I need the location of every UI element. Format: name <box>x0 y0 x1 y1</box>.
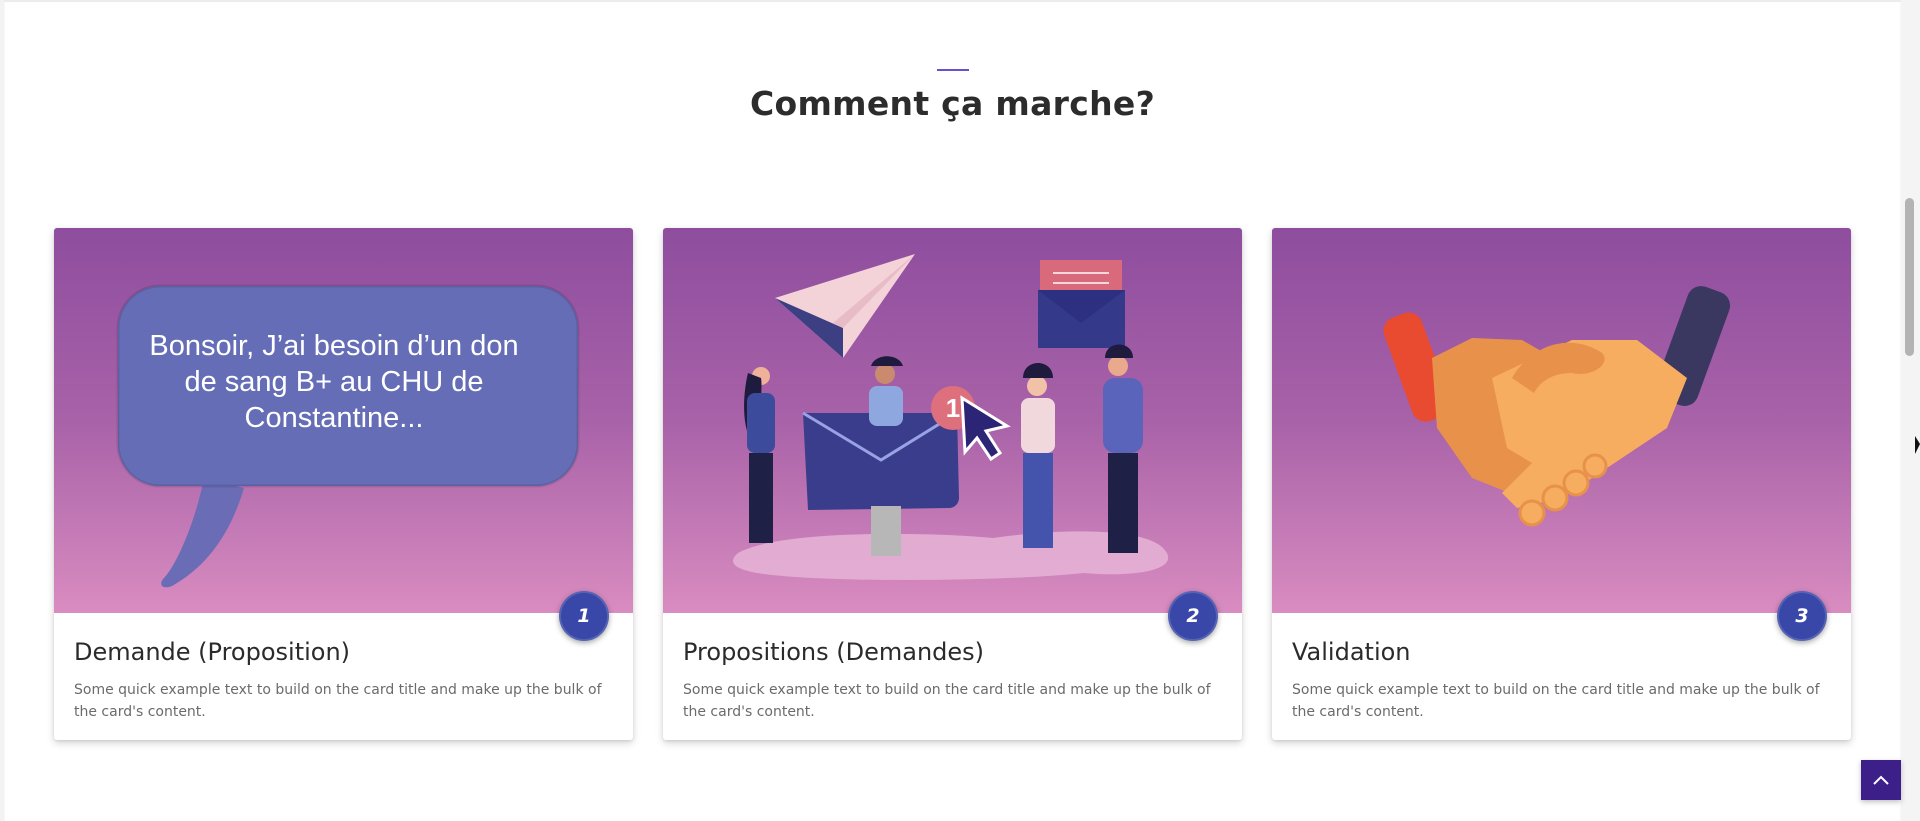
card-title-2: Propositions (Demandes) <box>683 638 985 666</box>
back-to-top-button[interactable] <box>1861 760 1901 800</box>
card-text-2: Some quick example text to build on the … <box>683 682 1211 720</box>
card-image-1: Bonsoir, J’ai besoin d’un don de sang B+… <box>54 228 633 613</box>
step-badge-3: 3 <box>1777 591 1827 641</box>
step-badge-1: 1 <box>559 591 609 641</box>
card-image-3 <box>1272 228 1851 613</box>
section-accent-rule <box>937 69 969 71</box>
card-title-3: Validation <box>1292 638 1411 666</box>
section-title: Comment ça marche? <box>749 84 1156 123</box>
handshake-icon <box>1383 286 1731 527</box>
card-title-1: Demande (Proposition) <box>74 638 351 666</box>
card-image-2: 1 <box>663 228 1242 613</box>
step-card-3: 3 Validation Some quick example text to … <box>1272 228 1851 740</box>
card-text-3: Some quick example text to build on the … <box>1292 682 1820 720</box>
mouse-cursor-icon <box>1915 436 1920 454</box>
card-text-1: Some quick example text to build on the … <box>74 682 602 720</box>
scrollbar-thumb[interactable] <box>1905 198 1914 356</box>
header-shadow <box>4 0 1901 2</box>
step-badge-2: 2 <box>1168 591 1218 641</box>
notification-badge: 1 <box>945 393 961 423</box>
step-card-2: 1 2 Propositions (Demandes) Some quick e… <box>663 228 1242 740</box>
speech-bubble-text: Bonsoir, J’ai besoin d’un don de sang B+… <box>149 330 519 434</box>
chevron-up-icon <box>1873 775 1889 785</box>
step-card-1: Bonsoir, J’ai besoin d’un don de sang B+… <box>54 228 633 740</box>
vertical-scrollbar[interactable] <box>1901 0 1920 821</box>
